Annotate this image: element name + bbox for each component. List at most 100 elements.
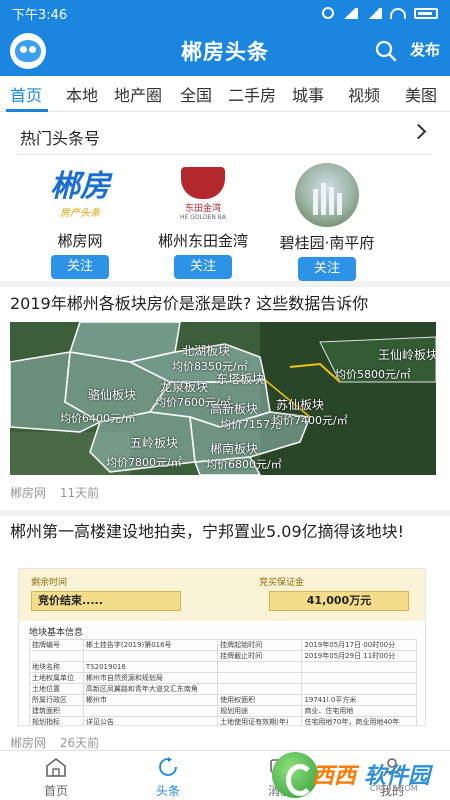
cell: 挂牌截止时间 [217,650,303,662]
map-price: 均价5800元/㎡ [335,368,411,381]
article-time: 11天前 [59,486,100,500]
signal-icon-2 [366,7,382,19]
cell: 2019年05月29日 11时00分 [301,650,417,662]
cell [82,650,219,662]
cell: 挂牌编号 [29,639,84,651]
cell [217,661,303,673]
table-row: 挂牌截止时间 2019年05月29日 11时00分 [29,650,417,662]
cell: 商业、住宅用地 [301,705,417,717]
cell [301,683,417,695]
cell: 郴州市 [82,694,219,706]
tab-city[interactable]: 城事 [292,82,324,106]
nav-label: 头条 [155,784,180,798]
logo-text: 郴房 [50,168,110,204]
article-title[interactable]: 2019年郴州各板块房价是涨是跌? 这些数据告诉你 [10,292,368,316]
tab-secondhand[interactable]: 二手房 [228,82,276,106]
nav-headlines[interactable]: 头条 [138,757,198,799]
map-label: 郴南板块 [210,442,259,456]
divider [18,154,432,155]
nav-label: 首页 [43,784,68,798]
cell [29,650,84,662]
section-separator [0,510,450,516]
auction-status: 竞价结束..... [31,591,181,611]
remaining-time-label: 剩余时间 [31,578,68,588]
category-tabs: 首页 本地 地产圈 全国 二手房 城事 视频 美图 [0,76,450,112]
publish-button[interactable]: 发布 [410,39,440,60]
tab-video[interactable]: 视频 [348,82,380,106]
account-card[interactable]: 郴房 房产头条 郴房网 关注 [15,163,145,279]
nav-home[interactable]: 首页 [26,757,86,799]
follow-button[interactable]: 关注 [174,255,232,279]
info-heading: 地块基本信息 [29,628,84,638]
map-label: 王仙岭板块 [378,348,436,362]
alarm-icon [322,7,334,19]
tab-local[interactable]: 本地 [66,82,98,106]
logo-subtext: 房产头条 [60,207,100,219]
cell: 郴州市自然资源和规划局 [82,672,219,684]
tab-home[interactable]: 首页 [10,82,42,106]
account-name: 郴州东田金湾 [157,232,248,250]
cell [82,705,219,717]
active-tab-indicator [6,109,48,112]
account-name: 碧桂园·南平府 [279,234,375,252]
map-price: 均价7400元/㎡ [272,414,348,427]
section-title: 热门头条号 [20,129,101,148]
status-bar: 下午3:46 [0,0,450,26]
tower [329,187,334,215]
search-icon[interactable] [374,39,398,63]
tower [337,193,342,215]
site-watermark: 西西 软件园 CR173.COM [272,752,448,798]
tab-photos[interactable]: 美图 [405,82,437,106]
cell: 2019年05月17日 00时00分 [301,639,417,651]
status-time: 下午3:46 [12,7,68,23]
refresh-icon [159,757,177,776]
tab-national[interactable]: 全国 [180,82,212,106]
cell: 19741l.0平方米 [301,694,417,706]
mascot-icon [15,40,41,62]
account-card[interactable]: 东田金湾 HE GOLDEN BA 郴州东田金湾 关注 [138,163,268,279]
hot-accounts-section: 热门头条号 郴房 房产头条 郴房网 关注 东田金湾 HE GOLDEN BA 郴… [0,113,450,281]
map-price: 均价6400元/㎡ [60,412,136,425]
account-logo: 东田金湾 HE GOLDEN BA [168,163,238,225]
tab-realestate[interactable]: 地产圈 [114,82,162,106]
article-source: 郴房网 [10,736,47,750]
article-source: 郴房网 [10,486,47,500]
follow-button[interactable]: 关注 [51,255,109,279]
account-card[interactable]: 碧桂园·南平府 关注 [262,163,392,281]
cell [301,672,417,684]
cell: 规划用途 [217,705,303,717]
cell: 土地权属单位 [29,672,84,684]
table-row: 土地权属单位 郴州市自然资源和规划局 [29,672,417,684]
account-logo: 郴房 房产头条 [45,163,115,225]
cell [301,661,417,673]
avatar-logo[interactable] [10,33,46,69]
watermark-text: 西西 [312,764,357,789]
cell: 住宅用地70年，商业用地40年 [301,716,417,725]
map-price: 均价7800元/㎡ [106,456,182,469]
account-name: 郴房网 [57,232,103,250]
deposit-label: 竞买保证金 [259,578,305,588]
map-label: 骆仙板块 [88,388,137,402]
table-row: 规划指标 详见公告 土地使用证有效期(年) 住宅用地70年，商业用地40年 [29,716,417,725]
table-row: 所属行政区 郴州市 使用权面积 19741l.0平方米 [29,694,417,706]
parcel-table: 挂牌编号 郴土挂告字(2019)第016号 挂牌起始时间 2019年05月17日 00… [29,639,417,725]
table-row: 建筑面积 规划用途 商业、住宅用地 [29,705,417,717]
article-image-document[interactable]: 剩余时间 竞买保证金 竞价结束..... 41,000万元 地块基本信息 挂牌编… [18,568,426,726]
article-image-map[interactable]: 北湖板块 均价8350元/㎡ 骆仙板块 龙泉板块 均价7600元/㎡ 均价640… [10,322,436,475]
cell: 所属行政区 [29,694,84,706]
follow-button[interactable]: 关注 [298,257,356,281]
chevron-right-icon[interactable] [410,123,427,140]
cell: 高新区凤翼路和青年大道交汇东南角 [82,683,219,695]
tower [321,183,326,215]
map-label: 龙泉板块 [160,380,209,394]
table-row: 挂牌编号 郴土挂告字(2019)第016号 挂牌起始时间 2019年05月17日 00… [29,639,417,651]
app-bar: 郴房头条 发布 [0,26,450,76]
cell [217,672,303,684]
cell [217,683,303,695]
table-row: 土地位置 高新区凤翼路和青年大道交汇东南角 [29,683,417,695]
swan-emblem-icon [181,167,225,199]
article-title[interactable]: 郴州第一高楼建设地拍卖，宁邦置业5.09亿摘得该地块! [10,520,440,544]
article-time: 26天前 [59,736,100,750]
table-row: 地块名称 TS2019016 [29,661,417,673]
wifi-icon [390,7,406,19]
